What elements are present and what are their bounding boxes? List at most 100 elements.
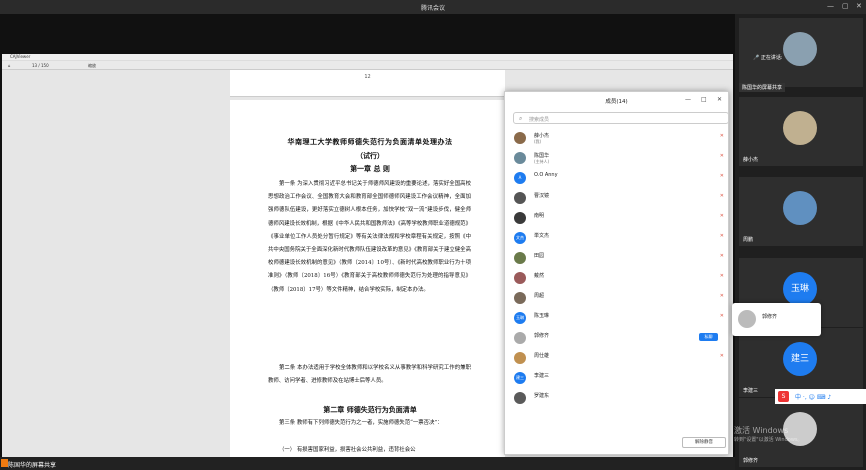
member-row[interactable]: 周超 ✕ xyxy=(505,289,728,309)
member-hover-card[interactable]: 郭修齐 xyxy=(732,303,821,336)
member-name: O.O Anny xyxy=(534,172,558,178)
member-row[interactable]: 周仕雄 ✕ xyxy=(505,349,728,369)
mic-muted-icon[interactable]: ✕ xyxy=(720,273,724,279)
avatar xyxy=(514,192,526,204)
unmute-all-button[interactable]: 解除静音 xyxy=(682,437,726,448)
page-number: 12 xyxy=(364,74,371,80)
member-row[interactable]: 郭修齐 私聊 xyxy=(505,329,728,349)
avatar xyxy=(514,132,526,144)
member-row[interactable]: 薛小杰 (我) ✕ xyxy=(505,129,728,149)
avatar: 建三 xyxy=(783,342,817,376)
zoom-label[interactable]: 缩放 xyxy=(88,63,96,69)
mic-muted-icon[interactable]: ✕ xyxy=(720,133,724,139)
video-tile[interactable]: 周鹏 xyxy=(739,177,863,246)
member-name: 陈玉琳 xyxy=(534,313,550,319)
chapter-heading: 第二章 师德失范行为负面清单 xyxy=(323,405,417,414)
members-title: 成员(14) xyxy=(605,99,628,105)
article-paragraph: 第二条 本办法适用于学校全体教师和以学校名义从事教学和科学研究工作的兼职教师、访… xyxy=(268,365,471,385)
avatar xyxy=(514,272,526,284)
maximize-icon[interactable]: ▢ xyxy=(842,2,849,10)
member-name: 郭修齐 xyxy=(762,314,778,320)
avatar xyxy=(783,191,817,225)
member-row[interactable]: 陈国华 (主持人) ✕ xyxy=(505,149,728,169)
member-name: 周仕雄 xyxy=(534,353,550,359)
member-role: (我) xyxy=(534,139,542,144)
ime-logo-icon: S xyxy=(778,391,789,402)
mic-muted-icon[interactable]: ✕ xyxy=(720,153,724,159)
member-row[interactable]: 建三 李建三 xyxy=(505,369,728,389)
window-title: 腾讯会议 xyxy=(420,5,445,12)
document-page: 华南理工大学教师师德失范行为负面清单处理办法 （试行） 第一章 总 则 第一条 … xyxy=(230,100,505,457)
member-name: 曹汉镜 xyxy=(534,193,550,199)
participant-name: 薛小杰 xyxy=(743,157,759,163)
member-name: 周超 xyxy=(534,293,545,299)
avatar xyxy=(514,212,526,224)
ime-toolbar[interactable]: S 中 ·, ☺ ⌨ ♪ xyxy=(775,389,866,404)
title-bar: 腾讯会议 — ▢ ✕ xyxy=(0,0,866,14)
minimize-icon[interactable]: — xyxy=(827,2,834,10)
mic-muted-icon[interactable]: ✕ xyxy=(720,293,724,299)
ime-options[interactable]: 中 ·, ☺ ⌨ ♪ xyxy=(795,392,831,401)
member-name: 南明 xyxy=(534,213,545,219)
avatar: 建三 xyxy=(514,372,526,384)
article-paragraph: （一） 有损害国家利益，损害社会公共利益，违背社会公 xyxy=(279,447,416,453)
member-name: 郭修齐 xyxy=(534,333,550,339)
activation-watermark: 激活 Windows 转到"设置"以激活 Windows。 xyxy=(734,426,803,443)
member-row[interactable]: 文杰 単文杰 ✕ xyxy=(505,229,728,249)
avatar xyxy=(783,32,817,66)
member-row[interactable]: 戴然 ✕ xyxy=(505,269,728,289)
page-indicator[interactable]: 13 / 150 xyxy=(32,63,49,68)
member-name: 李建三 xyxy=(534,373,550,379)
member-name: 薛小杰 xyxy=(534,133,550,139)
member-row[interactable]: 南明 ✕ xyxy=(505,209,728,229)
mic-muted-icon[interactable]: ✕ xyxy=(720,173,724,179)
mic-muted-icon[interactable]: ✕ xyxy=(720,313,724,319)
article-paragraph: 第一条 为深入贯彻习近平总书记关于师德师风建设的重要论述，落实好全国高校思想政治… xyxy=(268,181,471,293)
private-chat-button[interactable]: 私聊 xyxy=(699,333,718,341)
avatar: 玉琳 xyxy=(783,272,817,306)
mic-muted-icon[interactable]: ✕ xyxy=(720,233,724,239)
member-name: 罗建东 xyxy=(534,393,550,399)
mic-muted-icon[interactable]: ✕ xyxy=(720,213,724,219)
video-tile[interactable]: 薛小杰 xyxy=(739,97,863,166)
reader-title: CAJViewer xyxy=(2,54,733,61)
avatar xyxy=(514,152,526,164)
member-row[interactable]: 玉琳 陈玉琳 ✕ xyxy=(505,309,728,329)
close-icon[interactable]: ✕ xyxy=(856,2,862,10)
video-tile[interactable]: 建三 李建三 xyxy=(739,328,863,397)
member-row[interactable]: 罗建东 xyxy=(505,389,728,409)
member-row[interactable]: 曹汉镜 ✕ xyxy=(505,189,728,209)
mic-muted-icon[interactable]: ✕ xyxy=(720,353,724,359)
home-icon[interactable]: ⌂ xyxy=(8,63,11,68)
mic-muted-icon[interactable]: ✕ xyxy=(720,193,724,199)
share-icon xyxy=(1,459,8,467)
member-name: 単文杰 xyxy=(534,233,550,239)
participant-name: 郭修齐 xyxy=(743,458,759,464)
member-name: 田园 xyxy=(534,253,545,259)
member-name: 陈国华 xyxy=(534,153,550,159)
video-tile[interactable] xyxy=(739,18,863,87)
members-panel: 成员(14) — □ ✕ ⌕ 搜索成员 薛小杰 (我) ✕ 陈国华 (主持人) ✕ A O.O… xyxy=(504,91,729,455)
participant-name: 周鹏 xyxy=(743,237,754,243)
reader-toolbar: ⌂ 13 / 150 缩放 xyxy=(2,61,733,70)
mic-icon: 🎤 xyxy=(753,55,760,61)
close-icon[interactable]: ✕ xyxy=(717,96,722,103)
member-search-input[interactable]: ⌕ 搜索成员 xyxy=(513,112,729,124)
avatar xyxy=(514,292,526,304)
member-row[interactable]: 田园 ✕ xyxy=(505,249,728,269)
member-row[interactable]: A O.O Anny ✕ xyxy=(505,169,728,189)
avatar xyxy=(783,111,817,145)
avatar xyxy=(514,392,526,404)
maximize-icon[interactable]: □ xyxy=(701,96,707,103)
article-paragraph: 第三条 教师有下列师德失范行为之一者，实施师德失范“一票否决”： xyxy=(279,420,443,426)
avatar xyxy=(514,252,526,264)
mic-muted-icon[interactable]: ✕ xyxy=(720,253,724,259)
avatar xyxy=(738,310,756,328)
share-label: 陈国华的屏幕共享 xyxy=(8,462,57,469)
search-icon: ⌕ xyxy=(519,115,523,122)
bottom-bar: 陈国华的屏幕共享 xyxy=(0,457,735,470)
avatar: 玉琳 xyxy=(514,312,526,324)
member-name: 戴然 xyxy=(534,273,545,279)
chapter-heading: 第一章 总 则 xyxy=(350,164,390,173)
minimize-icon[interactable]: — xyxy=(685,96,691,103)
